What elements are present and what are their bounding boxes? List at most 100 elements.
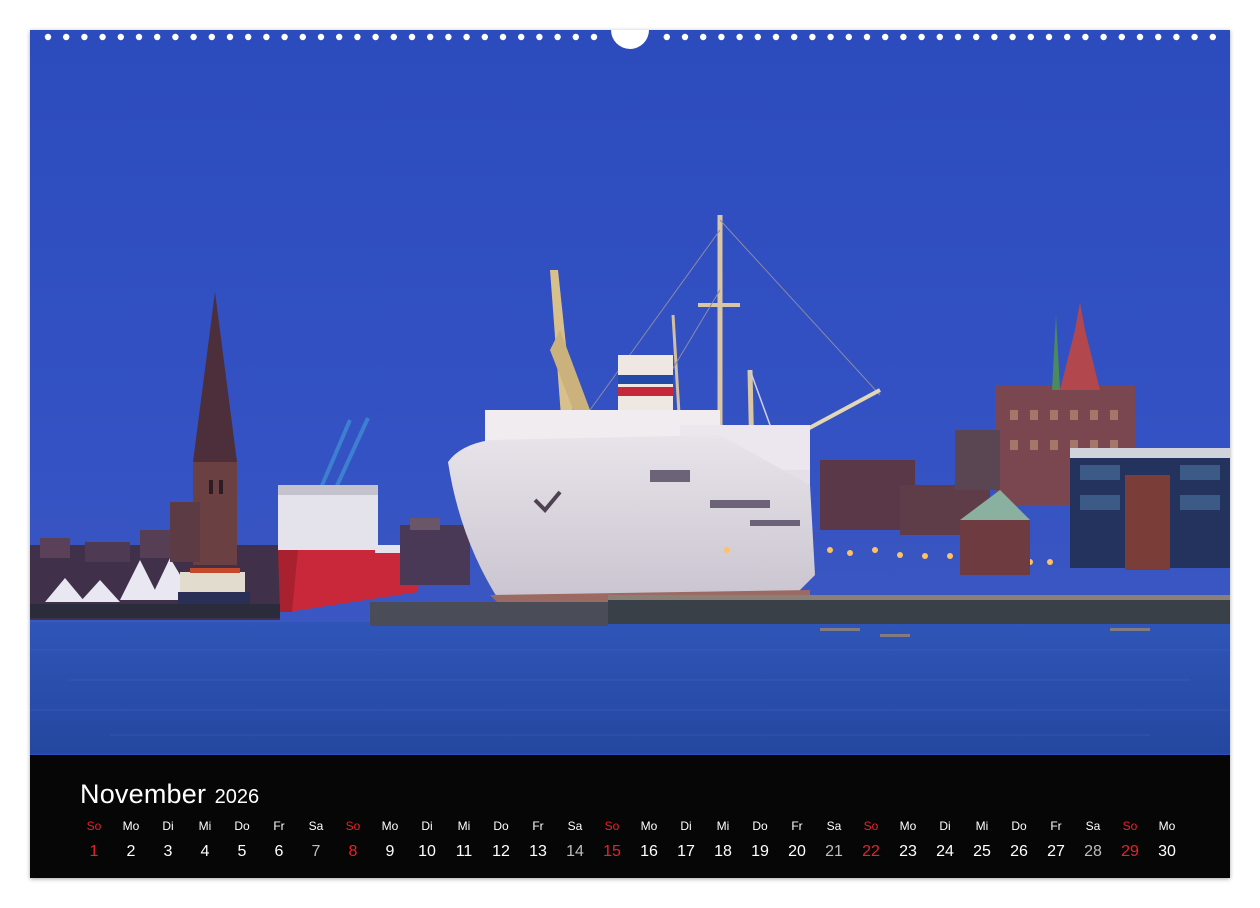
calendar-page: November 2026 So 1 Mo 2 Di 3 Mi 4 Do 5 Fr 6 Sa 7 So 8 Mo… [30,30,1230,878]
small-boat [178,568,250,610]
calendar-bar: November 2026 So 1 Mo 2 Di 3 Mi 4 Do 5 Fr 6 Sa 7 So 8 Mo… [30,755,1230,878]
weekday-label: Do [752,819,768,833]
day-number: 21 [825,843,843,860]
binding-hole [372,33,379,41]
day-number: 10 [418,843,436,860]
binding-hole [427,33,434,41]
binding-hole [263,33,270,41]
weekday-label: So [863,819,879,833]
day-number: 14 [566,843,584,860]
harbor-buildings-middle [400,518,470,585]
day-cell: Fr 20 [779,819,815,862]
binding-hole [245,33,252,41]
binding-hole [317,33,325,41]
weekday-label: Sa [826,819,842,833]
day-number: 5 [237,843,247,860]
day-cell: Di 10 [409,819,445,862]
binding-hole [1136,33,1144,41]
day-number: 12 [492,843,510,860]
year-label: 2026 [214,786,260,808]
weekday-label: Di [680,819,692,833]
binding-hole [135,33,143,41]
day-cell: Fr 27 [1038,819,1074,862]
binding-hole [463,33,470,41]
day-number: 13 [529,843,547,860]
binding-hole [154,33,161,41]
binding-hole [99,33,106,41]
day-number: 18 [714,843,732,860]
month-heading: November 2026 [80,779,259,810]
binding-hole [518,33,525,41]
day-number: 19 [751,843,769,860]
day-number: 22 [862,843,880,860]
binding-hole [590,33,598,41]
day-cell: Mo 9 [372,819,408,862]
binding-hole [973,33,980,41]
day-cell: So 22 [853,819,889,862]
binding-hole [718,33,725,41]
day-cell: Sa 21 [816,819,852,862]
day-cell: So 8 [335,819,371,862]
day-cell: Di 24 [927,819,963,862]
day-cell: Mi 11 [446,819,482,862]
binding-hole [44,33,52,41]
binding-hole [1209,33,1217,41]
binding-hole [1009,33,1016,41]
day-cell: So 1 [76,819,112,862]
binding-hole [1118,33,1126,41]
binding-hole [354,33,361,41]
binding-hole [1100,33,1107,41]
binding-hole [1045,33,1053,41]
day-number: 24 [936,843,954,860]
binding-hole [536,33,543,41]
binding-hole [863,33,871,41]
weekday-label: Sa [308,819,324,833]
day-cell: Do 26 [1001,819,1037,862]
day-cell: So 29 [1112,819,1148,862]
day-cell: Mo 2 [113,819,149,862]
day-number: 7 [311,843,321,860]
binding-hole [1191,33,1198,41]
weekday-label: So [345,819,361,833]
weekday-label: Fr [532,819,544,833]
weekday-label: Mo [122,819,140,833]
day-cell: Do 5 [224,819,260,862]
day-cell: Mi 4 [187,819,223,862]
binding-hole [172,33,179,41]
weekday-label: So [86,819,102,833]
day-cell: So 15 [594,819,630,862]
day-number: 6 [274,843,284,860]
weekday-label: Fr [791,819,803,833]
binding-hole [754,33,761,41]
binding-hole [499,33,507,41]
binding-hole [208,33,215,41]
day-cell: Fr 13 [520,819,556,862]
binding-hole [772,33,780,41]
weekday-label: Fr [273,819,285,833]
day-cell: Do 19 [742,819,778,862]
day-number: 17 [677,843,695,860]
binding-hole [81,33,88,41]
day-number: 29 [1121,843,1139,860]
day-number: 25 [973,843,991,860]
day-number: 1 [89,843,99,860]
binding-hole [1064,33,1071,41]
water [30,622,1230,754]
binding-hole [791,33,798,41]
binding-hole [408,33,416,41]
harbor-photo [30,30,1230,754]
day-cell: Mo 23 [890,819,926,862]
binding-hole [281,33,288,41]
weekday-label: Mo [381,819,399,833]
weekday-label: Do [234,819,250,833]
weekday-label: Di [162,819,174,833]
day-number: 27 [1047,843,1065,860]
weekday-label: Mi [457,819,471,833]
month-name: November [80,779,207,809]
day-cell: Do 12 [483,819,519,862]
weekday-label: Fr [1050,819,1062,833]
day-cell: Di 17 [668,819,704,862]
day-cell: Sa 7 [298,819,334,862]
day-number: 9 [385,843,395,860]
binding-hole [663,33,670,41]
